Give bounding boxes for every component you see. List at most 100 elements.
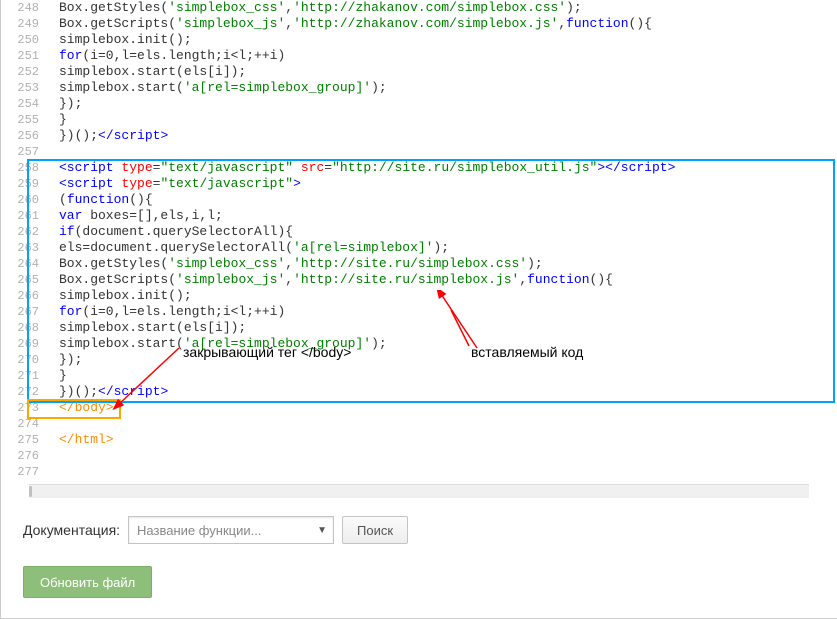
code-content[interactable]: simplebox.start('a[rel=simplebox_group]'… xyxy=(47,80,837,96)
code-line[interactable]: 273</body> xyxy=(1,400,837,416)
line-number: 251 xyxy=(1,48,47,64)
code-line[interactable]: 256})();</script> xyxy=(1,128,837,144)
line-number: 253 xyxy=(1,80,47,96)
code-content[interactable]: Box.getScripts('simplebox_js','http://zh… xyxy=(47,16,837,32)
code-line[interactable]: 250simplebox.init(); xyxy=(1,32,837,48)
code-content[interactable]: Box.getStyles('simplebox_css','http://zh… xyxy=(47,0,837,16)
code-line[interactable]: 276 xyxy=(1,448,837,464)
code-content[interactable]: </body> xyxy=(47,400,837,416)
scrollbar-thumb[interactable] xyxy=(29,486,32,497)
code-content[interactable]: simplebox.init(); xyxy=(47,288,837,304)
code-line[interactable]: 253simplebox.start('a[rel=simplebox_grou… xyxy=(1,80,837,96)
code-content[interactable] xyxy=(47,416,837,432)
code-line[interactable]: 255} xyxy=(1,112,837,128)
select-placeholder: Название функции... xyxy=(137,523,261,538)
code-content[interactable]: for(i=0,l=els.length;i<l;++i) xyxy=(47,304,837,320)
code-line[interactable]: 269simplebox.start('a[rel=simplebox_grou… xyxy=(1,336,837,352)
line-number: 263 xyxy=(1,240,47,256)
line-number: 265 xyxy=(1,272,47,288)
annotation-inserted-code: вставляемый код xyxy=(471,344,583,360)
code-line[interactable]: 275</html> xyxy=(1,432,837,448)
code-content[interactable]: simplebox.start('a[rel=simplebox_group]'… xyxy=(47,336,837,352)
code-content[interactable]: </html> xyxy=(47,432,837,448)
line-number: 252 xyxy=(1,64,47,80)
code-line[interactable]: 261var boxes=[],els,i,l; xyxy=(1,208,837,224)
code-line[interactable]: 267for(i=0,l=els.length;i<l;++i) xyxy=(1,304,837,320)
search-button[interactable]: Поиск xyxy=(342,516,408,544)
code-content[interactable]: simplebox.start(els[i]); xyxy=(47,64,837,80)
code-content[interactable]: Box.getStyles('simplebox_css','http://si… xyxy=(47,256,837,272)
code-line[interactable]: 249Box.getScripts('simplebox_js','http:/… xyxy=(1,16,837,32)
line-number: 270 xyxy=(1,352,47,368)
code-line[interactable]: 277 xyxy=(1,464,837,480)
line-number: 274 xyxy=(1,416,47,432)
code-content[interactable]: for(i=0,l=els.length;i<l;++i) xyxy=(47,48,837,64)
code-line[interactable]: 272})();</script> xyxy=(1,384,837,400)
code-content[interactable]: }); xyxy=(47,96,837,112)
code-content[interactable]: simplebox.start(els[i]); xyxy=(47,320,837,336)
line-number: 258 xyxy=(1,160,47,176)
function-name-select[interactable]: Название функции... ▼ xyxy=(128,516,334,544)
code-content[interactable]: } xyxy=(47,112,837,128)
line-number: 255 xyxy=(1,112,47,128)
code-line[interactable]: 270}); xyxy=(1,352,837,368)
line-number: 269 xyxy=(1,336,47,352)
code-line[interactable]: 257 xyxy=(1,144,837,160)
line-number: 271 xyxy=(1,368,47,384)
line-number: 260 xyxy=(1,192,47,208)
horizontal-scrollbar[interactable] xyxy=(29,484,809,498)
code-line[interactable]: 252simplebox.start(els[i]); xyxy=(1,64,837,80)
code-line[interactable]: 254}); xyxy=(1,96,837,112)
code-content[interactable] xyxy=(47,464,837,480)
code-line[interactable]: 258<script type="text/javascript" src="h… xyxy=(1,160,837,176)
code-line[interactable]: 268simplebox.start(els[i]); xyxy=(1,320,837,336)
update-file-button[interactable]: Обновить файл xyxy=(23,566,152,598)
line-number: 257 xyxy=(1,144,47,160)
line-number: 256 xyxy=(1,128,47,144)
code-editor[interactable]: закрывающий тег </body> вставляемый код … xyxy=(1,0,837,498)
code-line[interactable]: 251for(i=0,l=els.length;i<l;++i) xyxy=(1,48,837,64)
line-number: 259 xyxy=(1,176,47,192)
line-number: 248 xyxy=(1,0,47,16)
documentation-label: Документация: xyxy=(23,522,120,538)
line-number: 262 xyxy=(1,224,47,240)
code-content[interactable]: if(document.querySelectorAll){ xyxy=(47,224,837,240)
code-content[interactable]: simplebox.init(); xyxy=(47,32,837,48)
code-content[interactable]: <script type="text/javascript"> xyxy=(47,176,837,192)
code-line[interactable]: 265Box.getScripts('simplebox_js','http:/… xyxy=(1,272,837,288)
line-number: 276 xyxy=(1,448,47,464)
code-line[interactable]: 248Box.getStyles('simplebox_css','http:/… xyxy=(1,0,837,16)
line-number: 273 xyxy=(1,400,47,416)
code-content[interactable]: } xyxy=(47,368,837,384)
line-number: 266 xyxy=(1,288,47,304)
line-number: 268 xyxy=(1,320,47,336)
code-content[interactable]: els=document.querySelectorAll('a[rel=sim… xyxy=(47,240,837,256)
code-content[interactable]: })();</script> xyxy=(47,384,837,400)
code-content[interactable]: })();</script> xyxy=(47,128,837,144)
annotation-closing-body: закрывающий тег </body> xyxy=(183,344,351,360)
line-number: 254 xyxy=(1,96,47,112)
line-number: 267 xyxy=(1,304,47,320)
code-line[interactable]: 262if(document.querySelectorAll){ xyxy=(1,224,837,240)
code-line[interactable]: 264Box.getStyles('simplebox_css','http:/… xyxy=(1,256,837,272)
code-line[interactable]: 274 xyxy=(1,416,837,432)
code-line[interactable]: 259<script type="text/javascript"> xyxy=(1,176,837,192)
line-number: 249 xyxy=(1,16,47,32)
code-line[interactable]: 260(function(){ xyxy=(1,192,837,208)
code-content[interactable]: <script type="text/javascript" src="http… xyxy=(47,160,837,176)
code-content[interactable] xyxy=(47,144,837,160)
code-content[interactable]: Box.getScripts('simplebox_js','http://si… xyxy=(47,272,837,288)
line-number: 261 xyxy=(1,208,47,224)
line-number: 272 xyxy=(1,384,47,400)
line-number: 277 xyxy=(1,464,47,480)
code-line[interactable]: 271} xyxy=(1,368,837,384)
code-content[interactable]: (function(){ xyxy=(47,192,837,208)
code-line[interactable]: 263els=document.querySelectorAll('a[rel=… xyxy=(1,240,837,256)
code-line[interactable]: 266simplebox.init(); xyxy=(1,288,837,304)
code-content[interactable]: var boxes=[],els,i,l; xyxy=(47,208,837,224)
line-number: 250 xyxy=(1,32,47,48)
code-content[interactable] xyxy=(47,448,837,464)
chevron-down-icon: ▼ xyxy=(317,525,327,536)
line-number: 264 xyxy=(1,256,47,272)
code-content[interactable]: }); xyxy=(47,352,837,368)
